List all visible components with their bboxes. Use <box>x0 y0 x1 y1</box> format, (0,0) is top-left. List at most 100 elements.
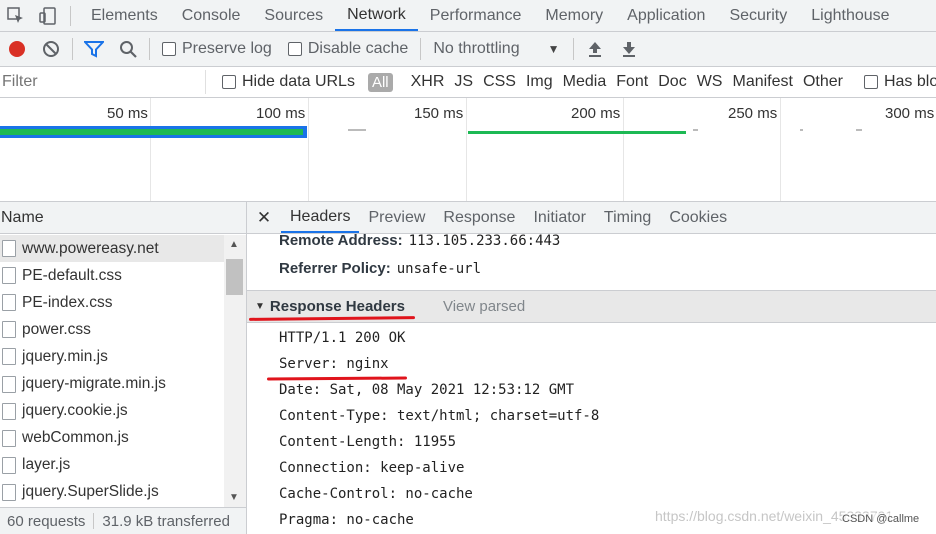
request-list: www.powereasy.net PE-default.css PE-inde… <box>0 235 224 507</box>
transferred-size: 31.9 kB transferred <box>102 512 230 530</box>
request-name: layer.js <box>22 456 71 474</box>
import-har-icon[interactable] <box>578 32 612 66</box>
tab-initiator[interactable]: Initiator <box>524 202 594 233</box>
timeline-grid-line <box>466 98 467 201</box>
request-row[interactable]: www.powereasy.net <box>0 235 224 263</box>
hide-data-urls-checkbox[interactable]: Hide data URLs <box>222 73 355 91</box>
response-header-line: Server: nginx <box>279 356 389 372</box>
preserve-log-checkbox[interactable]: Preserve log <box>162 40 272 58</box>
tab-headers[interactable]: Headers <box>281 202 360 233</box>
timeline-grid-line <box>780 98 781 201</box>
document-icon <box>2 348 16 366</box>
record-icon[interactable] <box>0 32 34 66</box>
document-icon <box>2 456 16 474</box>
document-icon <box>2 375 16 393</box>
request-row[interactable]: webCommon.js <box>0 425 224 452</box>
tab-cookies[interactable]: Cookies <box>660 202 736 233</box>
document-icon <box>2 483 16 501</box>
filter-type-ws[interactable]: WS <box>697 73 723 91</box>
request-name: jquery-migrate.min.js <box>22 375 166 393</box>
filter-type-img[interactable]: Img <box>526 73 553 91</box>
scrollbar-thumb[interactable] <box>226 259 243 295</box>
scroll-down-icon[interactable]: ▼ <box>229 492 239 503</box>
tab-response[interactable]: Response <box>434 202 524 233</box>
checkbox-box[interactable] <box>863 75 878 89</box>
request-row[interactable]: jquery.SuperSlide.js <box>0 479 224 506</box>
document-icon <box>2 267 16 285</box>
inspect-element-icon[interactable] <box>0 0 32 31</box>
request-row[interactable]: jquery-migrate.min.js <box>0 370 224 397</box>
filter-type-all[interactable]: All <box>367 72 393 92</box>
network-status-bar: 60 requests 31.9 kB transferred <box>0 507 246 534</box>
tab-timing[interactable]: Timing <box>595 202 660 233</box>
response-header-line: Cache-Control: no-cache <box>279 486 473 502</box>
timeline-grid-line <box>623 98 624 201</box>
filter-type-other[interactable]: Other <box>803 73 843 91</box>
timeline-tick-label: 200 ms <box>571 105 621 122</box>
search-icon[interactable] <box>111 32 145 66</box>
request-row[interactable]: PE-index.css <box>0 289 224 316</box>
filter-type-manifest[interactable]: Manifest <box>732 73 792 91</box>
response-header-line: Content-Length: 11955 <box>279 434 457 450</box>
request-row[interactable]: jquery.cookie.js <box>0 398 224 425</box>
response-header-line: Pragma: no-cache <box>279 512 414 528</box>
request-row[interactable]: layer.js <box>0 452 224 479</box>
filter-icon[interactable] <box>77 32 111 66</box>
filter-type-css[interactable]: CSS <box>483 73 516 91</box>
filter-type-js[interactable]: JS <box>454 73 473 91</box>
document-icon <box>2 429 16 447</box>
tab-preview[interactable]: Preview <box>359 202 434 233</box>
export-har-icon[interactable] <box>612 32 646 66</box>
clear-icon[interactable] <box>34 32 68 66</box>
request-row[interactable]: PE-default.css <box>0 262 224 289</box>
tab-console[interactable]: Console <box>170 0 253 31</box>
tab-security[interactable]: Security <box>717 0 799 31</box>
devtools-tab-bar: Elements Console Sources Network Perform… <box>0 0 936 32</box>
disable-cache-checkbox[interactable]: Disable cache <box>287 40 408 58</box>
request-row[interactable]: jquery.min.js <box>0 343 224 370</box>
request-row[interactable]: power.css <box>0 316 224 343</box>
has-blocked-cookies-checkbox[interactable]: Has blocke <box>863 73 936 91</box>
timeline-tick-label: 300 ms <box>885 105 935 122</box>
close-icon[interactable]: ✕ <box>247 202 281 233</box>
name-column-header[interactable]: Name <box>0 202 246 234</box>
caret-down-icon: ▼ <box>547 42 560 56</box>
tab-network[interactable]: Network <box>335 0 418 31</box>
toolbar-separator <box>149 38 150 60</box>
tab-application[interactable]: Application <box>615 0 717 31</box>
referrer-policy-row: Referrer Policy: unsafe-url <box>279 260 481 277</box>
request-name: jquery.cookie.js <box>22 402 128 420</box>
checkbox-box[interactable] <box>287 42 302 56</box>
request-count: 60 requests <box>7 512 86 530</box>
response-header-line: Connection: keep-alive <box>279 460 465 476</box>
timeline-grid-line <box>308 98 309 201</box>
view-parsed-link[interactable]: View parsed <box>443 298 525 315</box>
filter-type-font[interactable]: Font <box>616 73 648 91</box>
checkbox-box[interactable] <box>162 42 176 56</box>
filter-type-doc[interactable]: Doc <box>658 73 686 91</box>
referrer-policy-value: unsafe-url <box>396 261 482 277</box>
timeline-bar-green-2 <box>468 131 686 134</box>
device-toolbar-icon[interactable] <box>32 0 64 31</box>
tab-memory[interactable]: Memory <box>533 0 615 31</box>
toolbar-separator <box>72 38 73 60</box>
timeline-bar-gray <box>856 129 862 131</box>
toolbar-separator <box>70 5 71 26</box>
timeline-bar-gray <box>693 129 698 131</box>
request-list-scrollbar[interactable]: ▲ ▼ <box>224 235 246 507</box>
filter-type-media[interactable]: Media <box>563 73 607 91</box>
tab-sources[interactable]: Sources <box>252 0 335 31</box>
request-name: jquery.min.js <box>22 347 108 365</box>
request-name: jquery.SuperSlide.js <box>22 483 159 501</box>
tab-elements[interactable]: Elements <box>79 0 170 31</box>
checkbox-box[interactable] <box>222 75 236 89</box>
filter-input[interactable] <box>0 70 206 94</box>
filter-type-xhr[interactable]: XHR <box>411 73 445 91</box>
request-detail-pane: ✕ Headers Preview Response Initiator Tim… <box>247 202 936 534</box>
timeline-overview[interactable]: 50 ms 100 ms 150 ms 200 ms 250 ms 300 ms <box>0 98 936 202</box>
scroll-up-icon[interactable]: ▲ <box>229 239 239 250</box>
throttling-select[interactable]: No throttling ▼ <box>433 40 559 58</box>
tab-lighthouse[interactable]: Lighthouse <box>799 0 901 31</box>
tab-performance[interactable]: Performance <box>418 0 534 31</box>
timeline-bar-green <box>0 129 303 135</box>
